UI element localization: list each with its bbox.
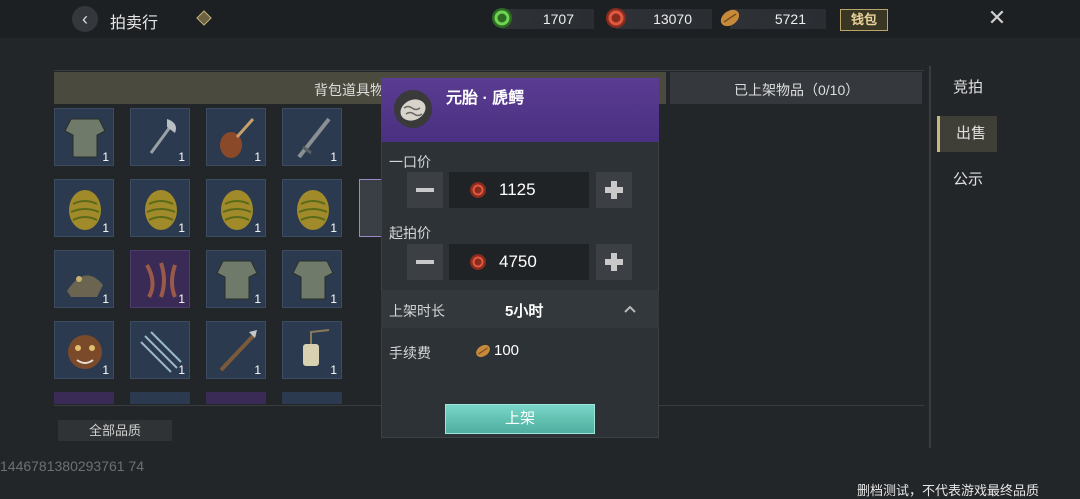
bag-item-slot[interactable]: 1 bbox=[130, 179, 190, 237]
spirit-currency-icon bbox=[470, 254, 486, 270]
item-count: 1 bbox=[330, 221, 337, 235]
item-count: 1 bbox=[178, 363, 185, 377]
page-title: 拍卖行 bbox=[110, 15, 159, 32]
spirit-currency-icon bbox=[470, 182, 486, 198]
list-item-button[interactable]: 上架 bbox=[445, 404, 595, 434]
close-icon[interactable]: ✕ bbox=[985, 6, 1009, 30]
tab-public[interactable]: 公示 bbox=[937, 162, 997, 198]
bag-item-slot[interactable]: 1 bbox=[206, 250, 266, 308]
item-count: 1 bbox=[330, 150, 337, 164]
bag-item-slot[interactable]: 1 bbox=[130, 321, 190, 379]
buyout-price-field[interactable]: 1125 bbox=[449, 172, 589, 208]
item-count: 1 bbox=[254, 292, 261, 306]
selected-item-slot[interactable] bbox=[359, 179, 383, 237]
session-id: 1446781380293761 74 bbox=[0, 458, 145, 474]
bag-item-slot[interactable]: 1 bbox=[282, 179, 342, 237]
tab-bag-items-label: 背包道具物 bbox=[314, 82, 384, 98]
item-egg-icon bbox=[394, 90, 432, 128]
spirit-currency-icon bbox=[606, 8, 626, 28]
buyout-label: 一口价 bbox=[389, 154, 431, 170]
bag-item-slot[interactable]: 1 bbox=[54, 108, 114, 166]
bag-item-slot[interactable]: 1 bbox=[206, 179, 266, 237]
item-count: 1 bbox=[330, 363, 337, 377]
item-count: 1 bbox=[102, 363, 109, 377]
plus-icon bbox=[605, 181, 623, 199]
buyout-plus-button[interactable] bbox=[596, 172, 632, 208]
bag-item-slot[interactable]: 1 bbox=[54, 179, 114, 237]
bag-item-slot[interactable]: 1 bbox=[130, 108, 190, 166]
bag-item-slot[interactable]: 1 bbox=[206, 108, 266, 166]
start-price-field[interactable]: 4750 bbox=[449, 244, 589, 280]
minus-icon bbox=[416, 260, 434, 264]
seed-value: 5721 bbox=[774, 11, 806, 27]
item-count: 1 bbox=[330, 292, 337, 306]
duration-value: 5小时 bbox=[505, 303, 544, 320]
bag-item-slot[interactable]: 1 bbox=[282, 108, 342, 166]
item-count: 1 bbox=[102, 221, 109, 235]
quality-filter-dropdown[interactable]: 全部品质 bbox=[58, 420, 172, 441]
start-price-value: 4750 bbox=[499, 252, 537, 271]
fee-value: 100 bbox=[494, 342, 520, 359]
start-plus-button[interactable] bbox=[596, 244, 632, 280]
chevron-up-icon[interactable] bbox=[624, 305, 636, 313]
bag-item-slot[interactable]: 1 bbox=[282, 321, 342, 379]
plus-icon bbox=[605, 253, 623, 271]
info-diamond-icon[interactable] bbox=[196, 10, 212, 26]
seed-currency-icon bbox=[720, 9, 740, 27]
currency-spirit: 13070 bbox=[606, 8, 712, 29]
item-count: 1 bbox=[254, 363, 261, 377]
spirit-value: 13070 bbox=[653, 11, 692, 27]
jade-value: 1707 bbox=[542, 11, 574, 27]
seed-currency-icon bbox=[476, 344, 490, 358]
tab-bid[interactable]: 竞拍 bbox=[937, 70, 997, 106]
buyout-price-value: 1125 bbox=[499, 180, 536, 199]
item-count: 1 bbox=[102, 292, 109, 306]
item-count: 1 bbox=[254, 221, 261, 235]
item-count: 1 bbox=[178, 150, 185, 164]
currency-seed: 5721 bbox=[720, 9, 826, 29]
bag-item-slot[interactable]: 1 bbox=[54, 250, 114, 308]
chevron-left-icon: ‹ bbox=[82, 8, 88, 29]
item-count: 1 bbox=[178, 292, 185, 306]
item-name: 元胎 · 虒鳄 bbox=[446, 90, 525, 107]
bag-item-slot[interactable]: 1 bbox=[54, 321, 114, 379]
beta-disclaimer: 删档测试，不代表游戏最终品质 bbox=[857, 483, 1040, 498]
item-count: 1 bbox=[254, 150, 261, 164]
wallet-button[interactable]: 钱包 bbox=[840, 9, 888, 31]
jade-currency-icon bbox=[492, 8, 512, 28]
bag-item-slot[interactable]: 1 bbox=[282, 250, 342, 308]
item-count: 1 bbox=[178, 221, 185, 235]
bag-item-slot[interactable]: 1 bbox=[130, 250, 190, 308]
tab-listed-items[interactable]: 已上架物品（0/10） bbox=[670, 72, 922, 104]
fee-label: 手续费 bbox=[389, 345, 431, 361]
currency-jade: 1707 bbox=[492, 8, 594, 29]
item-count: 1 bbox=[102, 150, 109, 164]
back-button[interactable]: ‹ bbox=[72, 6, 98, 32]
start-price-label: 起拍价 bbox=[389, 225, 431, 241]
duration-label: 上架时长 bbox=[389, 303, 445, 319]
minus-icon bbox=[416, 188, 434, 192]
bag-item-slot[interactable]: 1 bbox=[206, 321, 266, 379]
tab-listed-items-label: 已上架物品（0/10） bbox=[734, 82, 860, 98]
buyout-minus-button[interactable] bbox=[407, 172, 443, 208]
panel-divider bbox=[929, 66, 931, 448]
start-minus-button[interactable] bbox=[407, 244, 443, 280]
grid-next-row bbox=[54, 392, 360, 404]
tab-sell[interactable]: 出售 bbox=[937, 116, 997, 152]
